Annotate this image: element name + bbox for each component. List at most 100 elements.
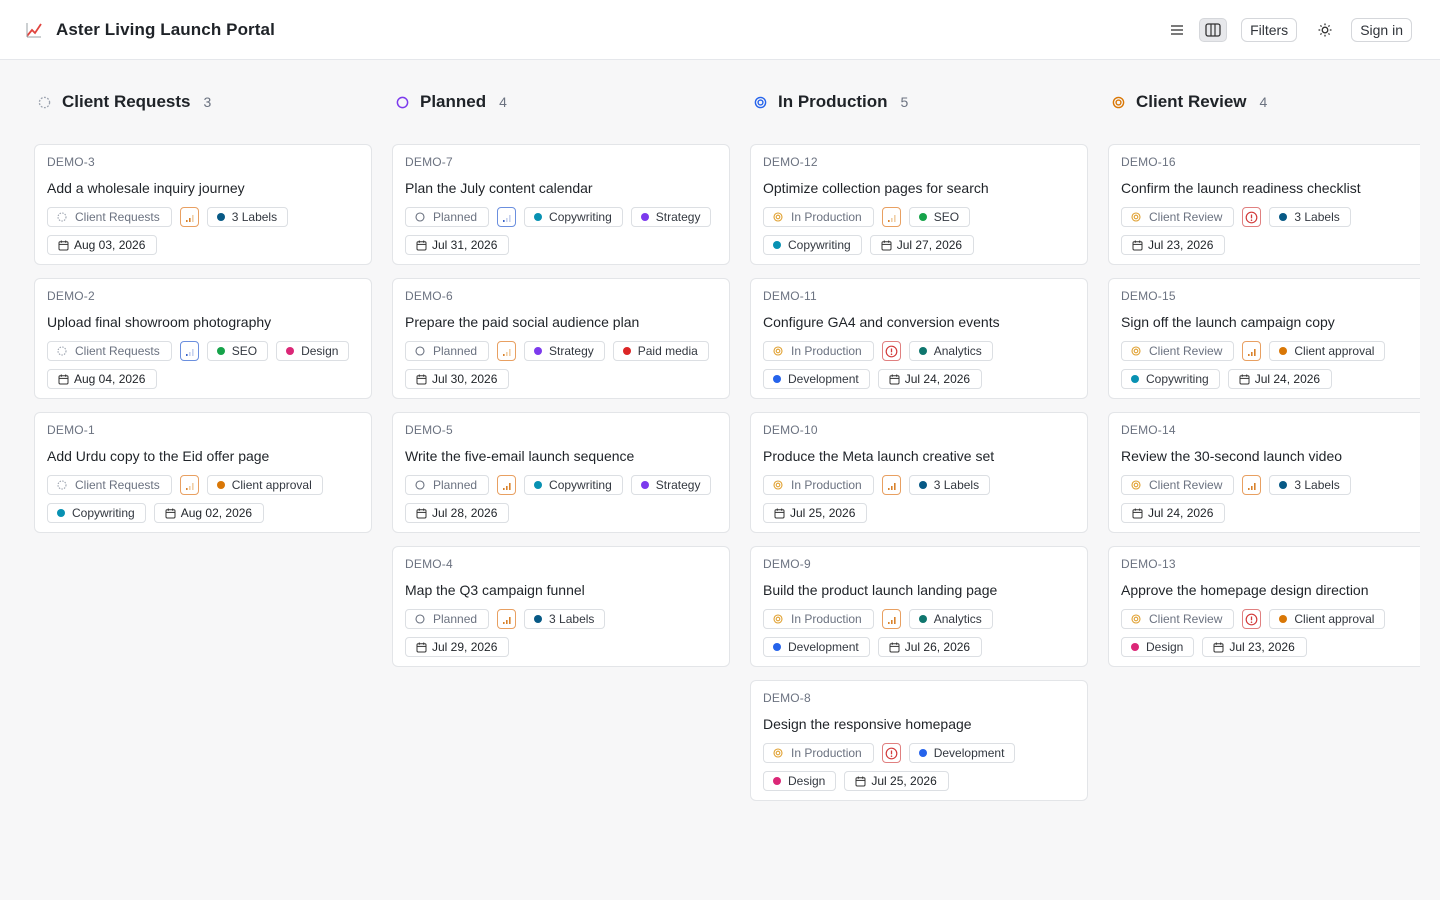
urgent-priority-icon[interactable] [881, 341, 901, 361]
due-date-chip[interactable]: Jul 23, 2026 [1121, 235, 1226, 255]
label-chip[interactable]: Strategy [630, 207, 712, 227]
status-chip[interactable]: In Production [763, 743, 874, 763]
status-chip[interactable]: Client Review [1121, 341, 1235, 361]
status-chip[interactable]: Client Requests [47, 475, 172, 495]
high-priority-icon[interactable] [881, 609, 901, 629]
label-chip[interactable]: Copywriting [763, 235, 862, 255]
due-date-chip[interactable]: Jul 28, 2026 [405, 503, 510, 523]
issue-card[interactable]: DEMO-13 Approve the homepage design direc… [1108, 546, 1420, 667]
high-priority-icon[interactable] [1242, 341, 1262, 361]
status-chip[interactable]: In Production [763, 341, 874, 361]
issue-card[interactable]: DEMO-7 Plan the July content calendar Plan… [392, 144, 730, 265]
issue-card[interactable]: DEMO-11 Configure GA4 and conversion even… [750, 278, 1088, 399]
urgent-priority-icon[interactable] [1242, 207, 1262, 227]
label-chip[interactable]: 3 Labels [524, 609, 606, 629]
due-date-chip[interactable]: Jul 26, 2026 [877, 637, 983, 657]
issue-card[interactable]: DEMO-15 Sign off the launch campaign copy… [1108, 278, 1420, 399]
label-chip[interactable]: Development [908, 743, 1016, 763]
due-date-chip[interactable]: Jul 24, 2026 [1121, 503, 1226, 523]
issue-card[interactable]: DEMO-12 Optimize collection pages for sea… [750, 144, 1088, 265]
label-chip[interactable]: SEO [908, 207, 971, 227]
status-chip[interactable]: In Production [763, 609, 874, 629]
label-chip[interactable]: 3 Labels [908, 475, 991, 495]
label-chip[interactable]: Design [763, 771, 837, 791]
label-chip[interactable]: Copywriting [524, 475, 623, 495]
due-date-chip[interactable]: Jul 25, 2026 [763, 503, 868, 523]
low-priority-icon[interactable] [179, 475, 199, 495]
label-chip[interactable]: 3 Labels [206, 207, 289, 227]
label-chip[interactable]: Development [763, 637, 870, 657]
label-color-dot [640, 481, 649, 489]
urgent-priority-icon[interactable] [1242, 609, 1262, 629]
label-chip[interactable]: Design [1121, 637, 1195, 657]
label-chip[interactable]: Paid media [612, 341, 709, 361]
issue-card[interactable]: DEMO-1 Add Urdu copy to the Eid offer pag… [34, 412, 372, 533]
low-priority-icon[interactable] [497, 341, 517, 361]
due-date-chip[interactable]: Aug 04, 2026 [47, 369, 158, 389]
label-chip[interactable]: Development [763, 369, 870, 389]
label-chip[interactable]: Client approval [206, 475, 323, 495]
status-chip[interactable]: Planned [405, 609, 490, 629]
due-date-chip[interactable]: Jul 23, 2026 [1202, 637, 1307, 657]
due-date-chip[interactable]: Jul 30, 2026 [405, 369, 510, 389]
label-color-dot [640, 213, 649, 221]
issue-card[interactable]: DEMO-4 Map the Q3 campaign funnel Planned 3… [392, 546, 730, 667]
label-chip[interactable]: 3 Labels [1269, 207, 1351, 227]
filters-button[interactable]: Filters [1241, 17, 1298, 42]
status-chip[interactable]: Client Review [1121, 207, 1235, 227]
due-date-chip[interactable]: Jul 24, 2026 [877, 369, 983, 389]
label-chip[interactable]: Client approval [1269, 609, 1386, 629]
status-chip[interactable]: Planned [405, 341, 490, 361]
label-chip[interactable]: Strategy [524, 341, 605, 361]
status-chip[interactable]: Client Requests [47, 341, 172, 361]
label-chip[interactable]: Copywriting [1121, 369, 1220, 389]
list-view-icon[interactable] [1163, 18, 1191, 42]
due-date-chip[interactable]: Aug 02, 2026 [153, 503, 265, 523]
label-chip[interactable]: Copywriting [524, 207, 623, 227]
issue-card[interactable]: DEMO-6 Prepare the paid social audience p… [392, 278, 730, 399]
sun-icon[interactable] [1311, 18, 1339, 42]
status-chip[interactable]: Client Review [1121, 609, 1235, 629]
low-priority-icon[interactable] [179, 341, 199, 361]
medium-priority-icon[interactable] [179, 207, 199, 227]
label-chip[interactable]: 3 Labels [1269, 475, 1351, 495]
label-chip[interactable]: Client approval [1269, 341, 1386, 361]
due-date-chip[interactable]: Jul 29, 2026 [405, 637, 510, 657]
label-chip[interactable]: Design [276, 341, 350, 361]
columns-icon[interactable] [1199, 17, 1228, 42]
label-chip[interactable]: SEO [206, 341, 269, 361]
issue-card[interactable]: DEMO-10 Produce the Meta launch creative … [750, 412, 1088, 533]
urgent-priority-icon[interactable] [881, 743, 901, 763]
issue-card[interactable]: DEMO-2 Upload final showroom photography C… [34, 278, 372, 399]
due-date-chip[interactable]: Jul 27, 2026 [869, 235, 975, 255]
status-chip[interactable]: Client Review [1121, 475, 1235, 495]
high-priority-icon[interactable] [497, 475, 517, 495]
issue-card[interactable]: DEMO-8 Design the responsive homepage In P… [750, 680, 1088, 801]
low-priority-icon[interactable] [497, 207, 517, 227]
high-priority-icon[interactable] [497, 609, 517, 629]
issue-card[interactable]: DEMO-9 Build the product launch landing p… [750, 546, 1088, 667]
label-color-dot [918, 481, 927, 489]
label-chip[interactable]: Analytics [908, 609, 993, 629]
status-chip[interactable]: Planned [405, 207, 490, 227]
due-date-chip[interactable]: Jul 24, 2026 [1227, 369, 1333, 389]
status-chip[interactable]: In Production [763, 475, 874, 495]
label-chip[interactable]: Analytics [908, 341, 993, 361]
high-priority-icon[interactable] [881, 475, 901, 495]
low-priority-icon[interactable] [881, 207, 901, 227]
high-priority-icon[interactable] [1242, 475, 1262, 495]
issue-card[interactable]: DEMO-5 Write the five-email launch sequen… [392, 412, 730, 533]
due-date-chip[interactable]: Jul 31, 2026 [405, 235, 510, 255]
due-date-chip[interactable]: Jul 25, 2026 [844, 771, 949, 791]
issue-card[interactable]: DEMO-16 Confirm the launch readiness chec… [1108, 144, 1420, 265]
issue-card[interactable]: DEMO-14 Review the 30-second launch video… [1108, 412, 1420, 533]
status-chip[interactable]: Client Requests [47, 207, 172, 227]
due-date-chip[interactable]: Aug 03, 2026 [47, 235, 158, 255]
status-chip[interactable]: Planned [405, 475, 490, 495]
label-chip[interactable]: Copywriting [47, 503, 146, 523]
issue-card[interactable]: DEMO-3 Add a wholesale inquiry journey Cli… [34, 144, 372, 265]
sign-in-button[interactable]: Sign in [1351, 17, 1412, 42]
status-chip[interactable]: In Production [763, 207, 874, 227]
status-icon [773, 748, 783, 758]
label-chip[interactable]: Strategy [630, 475, 712, 495]
